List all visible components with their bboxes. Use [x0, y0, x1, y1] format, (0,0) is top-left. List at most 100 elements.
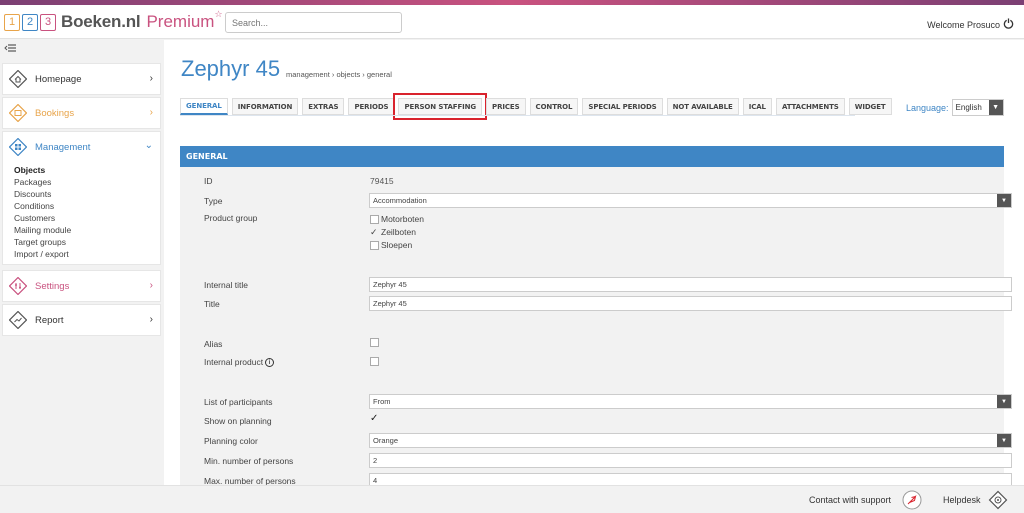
dropdown-arrow-icon: ▼	[997, 194, 1011, 207]
min-persons-input[interactable]: 2	[369, 453, 1012, 468]
type-select[interactable]: Accommodation ▼	[369, 193, 1012, 208]
participants-select[interactable]: From ▼	[369, 394, 1012, 409]
breadcrumb: management › objects › general	[286, 70, 392, 79]
product-group-label: Product group	[204, 213, 258, 223]
language-selector: Language: English ▼	[906, 99, 1004, 116]
helpdesk-icon[interactable]	[988, 490, 1008, 513]
tab-periods[interactable]: PERIODS	[348, 98, 395, 115]
sidebar-subitem-discounts[interactable]: Discounts	[14, 188, 160, 200]
power-icon[interactable]	[1003, 18, 1014, 31]
management-icon	[8, 137, 28, 157]
tab-special-periods[interactable]: SPECIAL PERIODS	[582, 98, 663, 115]
logo[interactable]: 1 2 3 Boeken.nl Premium ☆	[4, 10, 223, 32]
sidebar-subitem-mailing-module[interactable]: Mailing module	[14, 224, 160, 236]
rocket-icon[interactable]	[902, 490, 922, 513]
premium-label: Premium	[146, 12, 215, 31]
chevron-right-icon: ›	[149, 280, 153, 291]
chevron-right-icon: ›	[149, 314, 153, 325]
product-group-option-zeilboten[interactable]: ✓ Zeilboten	[370, 227, 416, 237]
tab-attachments[interactable]: ATTACHMENTS	[775, 98, 845, 115]
logo-digit-1: 1	[4, 13, 20, 31]
sidebar-subitem-import-export[interactable]: Import / export	[14, 248, 160, 260]
main-content: Zephyr 45 management › objects › general…	[164, 40, 1024, 485]
show-planning-checkmark-icon[interactable]: ✓	[370, 413, 378, 424]
language-select[interactable]: English ▼	[951, 99, 1004, 116]
id-label: ID	[204, 176, 213, 186]
page-title: Zephyr 45	[181, 56, 281, 81]
panel-body: ID 79415 Type Accommodation ▼ Product gr…	[180, 167, 1012, 485]
tab-control[interactable]: CONTROL	[529, 98, 579, 115]
internal-product-label: Internal product i	[204, 357, 275, 367]
bookings-icon	[8, 103, 28, 123]
product-group-option-label: Zeilboten	[381, 227, 416, 237]
sidebar-subitem-conditions[interactable]: Conditions	[14, 200, 160, 212]
sidebar-toggle-icon[interactable]	[4, 43, 16, 53]
sidebar-label-bookings: Bookings	[35, 107, 75, 119]
checkbox[interactable]	[370, 240, 379, 250]
star-icon: ☆	[214, 10, 223, 20]
product-group-option-sloepen[interactable]: Sloepen	[370, 240, 412, 250]
welcome-text: Welcome Prosuco	[927, 19, 1000, 30]
welcome-user: Welcome Prosuco	[927, 18, 1014, 31]
language-label: Language:	[906, 102, 949, 113]
show-planning-label: Show on planning	[204, 416, 272, 426]
settings-icon	[8, 276, 28, 296]
max-persons-value: 4	[373, 476, 378, 485]
checkmark-icon[interactable]: ✓	[370, 227, 379, 237]
sidebar-label-settings: Settings	[35, 280, 70, 292]
tab-ical[interactable]: ICAL	[742, 98, 772, 115]
sidebar-item-management[interactable]: Management ⌄ Objects Packages Discounts …	[2, 131, 161, 265]
id-value: 79415	[370, 176, 394, 186]
tab-extras[interactable]: EXTRAS	[302, 98, 345, 115]
product-group-option-motorboten[interactable]: Motorboten	[370, 214, 424, 224]
sidebar-item-report[interactable]: Report ›	[2, 304, 161, 336]
internal-product-checkbox[interactable]	[370, 357, 379, 366]
management-submenu: Objects Packages Discounts Conditions Cu…	[3, 162, 160, 264]
planning-color-label: Planning color	[204, 436, 258, 446]
participants-label: List of participants	[204, 397, 273, 407]
checkbox[interactable]	[370, 214, 379, 224]
sidebar-label-report: Report	[35, 314, 64, 326]
internal-product-label-text: Internal product	[204, 357, 264, 367]
dropdown-arrow-icon: ▼	[997, 395, 1011, 408]
sidebar-subitem-objects[interactable]: Objects	[14, 164, 160, 176]
alias-checkbox[interactable]	[370, 338, 379, 347]
tab-not-available[interactable]: NOT AVAILABLE	[666, 98, 739, 115]
product-group-option-label: Motorboten	[381, 214, 424, 224]
report-icon	[8, 310, 28, 330]
internal-title-value: Zephyr 45	[373, 280, 407, 289]
tab-underline	[180, 115, 855, 116]
tab-general[interactable]: GENERAL	[180, 98, 228, 115]
title-label: Title	[204, 299, 220, 309]
tab-prices[interactable]: PRICES	[486, 98, 526, 115]
max-persons-input[interactable]: 4	[369, 473, 1012, 485]
footer: Contact with support Helpdesk	[0, 485, 1024, 513]
search-input[interactable]	[225, 12, 402, 33]
tab-person-staffing[interactable]: PERSON STAFFING	[393, 93, 488, 120]
chevron-right-icon: ›	[149, 73, 153, 84]
sidebar-subitem-packages[interactable]: Packages	[14, 176, 160, 188]
chevron-right-icon: ›	[149, 107, 153, 118]
helpdesk-link[interactable]: Helpdesk	[943, 495, 981, 505]
min-persons-label: Min. number of persons	[204, 456, 294, 466]
tab-information[interactable]: INFORMATION	[231, 98, 299, 115]
contact-support-link[interactable]: Contact with support	[809, 495, 891, 505]
sidebar-item-homepage[interactable]: Homepage ›	[2, 63, 161, 95]
dropdown-arrow-icon: ▼	[988, 100, 1003, 115]
internal-title-input[interactable]: Zephyr 45	[369, 277, 1012, 292]
tab-widget[interactable]: WIDGET	[848, 98, 892, 115]
internal-title-label: Internal title	[204, 280, 248, 290]
chevron-down-icon: ⌄	[144, 140, 153, 151]
sidebar-subitem-target-groups[interactable]: Target groups	[14, 236, 160, 248]
alias-label: Alias	[204, 339, 223, 349]
sidebar: Homepage › Bookings › Management ⌄ Objec…	[0, 40, 164, 485]
info-icon[interactable]: i	[265, 358, 275, 367]
sidebar-item-bookings[interactable]: Bookings ›	[2, 97, 161, 129]
participants-value: From	[373, 397, 391, 406]
tab-bar: GENERAL INFORMATION EXTRAS PERIODS PERSO…	[180, 93, 896, 120]
title-input[interactable]: Zephyr 45	[369, 296, 1012, 311]
logo-digit-3: 3	[40, 13, 56, 31]
sidebar-item-settings[interactable]: Settings ›	[2, 270, 161, 302]
sidebar-subitem-customers[interactable]: Customers	[14, 212, 160, 224]
planning-color-select[interactable]: Orange ▼	[369, 433, 1012, 448]
